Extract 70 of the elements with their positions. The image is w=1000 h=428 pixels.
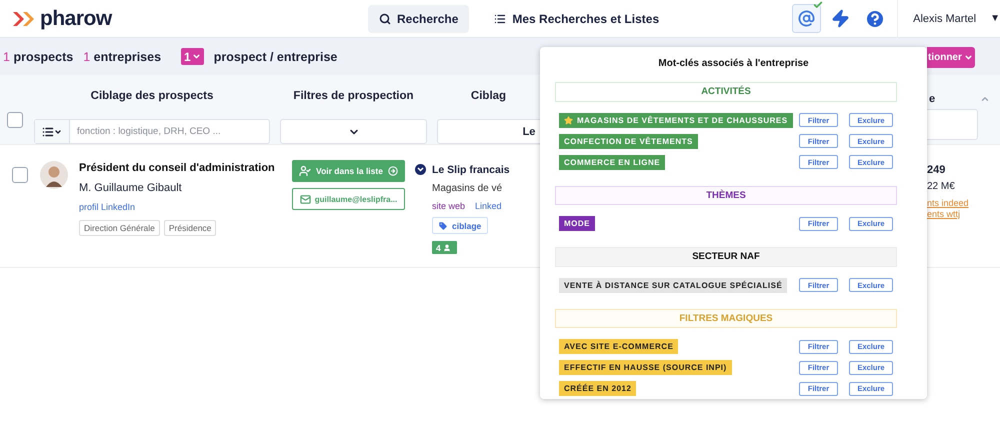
per-company-label: prospect / entreprise (214, 50, 338, 64)
per-company-select[interactable]: 1 (181, 48, 204, 65)
popup-title: Mot-clés associés à l'entreprise (658, 58, 809, 69)
email-button[interactable] (792, 4, 822, 33)
at-icon (798, 10, 816, 27)
employee-count: 249 (927, 164, 946, 176)
lightning-icon (831, 9, 850, 28)
website-link[interactable]: site web (432, 201, 466, 211)
revenue: 22 M€ (927, 181, 956, 192)
user-menu-caret[interactable]: ▼ (990, 13, 1000, 24)
linkedin-link[interactable]: Linked (475, 201, 502, 211)
company-logo-icon (415, 164, 426, 175)
job-link[interactable]: nts indeed (927, 198, 1000, 208)
job-link[interactable]: ents wttj (927, 209, 1000, 219)
keyword-tag: CRÉÉE EN 2012 (559, 381, 636, 396)
column-title: Ciblage des prospects (90, 90, 214, 104)
company-filter-field[interactable]: Le (437, 119, 540, 144)
section-header: ACTIVITÉS (555, 82, 897, 102)
prospection-filter-select[interactable] (280, 119, 427, 144)
person-name: M. Guillaume Gibault (79, 182, 183, 194)
linkedin-link[interactable]: profil LinkedIn (79, 202, 292, 212)
section-header: FILTRES MAGIQUES (555, 308, 897, 328)
action-button[interactable]: tionner (927, 47, 975, 68)
nav-tab[interactable]: Mes Recherches et Listes (483, 4, 670, 32)
avatar (40, 161, 68, 189)
role-tag: Direction Générale (79, 220, 160, 236)
logo-text[interactable]: pharow (40, 6, 112, 30)
tag-icon (438, 220, 448, 230)
keyword-tag: VENTE À DISTANCE SUR CATALOGUE SPÉCIALISÉ (559, 278, 788, 292)
keyword-tag: MAGASINS DE VÊTEMENTS ET DE CHAUSSURES (559, 112, 793, 128)
company-activity: Magasins de vé (432, 183, 504, 194)
sort-icon[interactable] (980, 94, 990, 104)
prospect-filter-field[interactable]: fonction : logistique, DRH, CEO ... (34, 119, 270, 144)
list-icon (494, 12, 506, 24)
keyword-tag: COMMERCE EN LIGNE (559, 154, 666, 170)
company-name[interactable]: Le Slip francais (432, 164, 510, 176)
keyword-tag: EFFECTIF EN HAUSSE (SOURCE INPI) (559, 360, 732, 375)
role-tag: Présidence (164, 220, 216, 236)
column-title: Ciblag (470, 90, 506, 104)
user-name[interactable]: Alexis Martel (913, 12, 976, 24)
section-header: THÈMES (555, 186, 897, 205)
search-icon (379, 12, 391, 24)
section-header: SECTEUR NAF (555, 247, 897, 266)
caret-icon (964, 53, 973, 62)
list-type-button[interactable] (35, 120, 70, 143)
column-title: Filtres de prospection (293, 90, 414, 104)
keyword-tag: CONFECTION DE VÊTEMENTS (559, 134, 698, 148)
caret-icon (54, 128, 62, 136)
mail-icon (300, 194, 311, 204)
column-title: e (929, 93, 936, 105)
list-icon (42, 126, 54, 138)
logo-icon (12, 10, 36, 26)
keyword-tag: MODE (559, 216, 595, 231)
email-button[interactable]: guillaume@leslipfra... (292, 188, 405, 210)
contacts-badge: 4 (432, 241, 457, 254)
targeting-tag[interactable]: ciblage (432, 217, 488, 234)
nav-tab[interactable]: Recherche (368, 4, 470, 32)
job-title: Président du conseil d'administration (79, 162, 276, 174)
select-all-checkbox[interactable] (7, 112, 23, 128)
caret-icon (192, 52, 201, 61)
arrow-right-icon (388, 166, 398, 176)
check-icon (813, 0, 824, 10)
keyword-tag: AVEC SITE E-COMMERCE (559, 339, 678, 354)
row-checkbox[interactable] (12, 167, 28, 183)
view-in-list-button[interactable]: Voir dans la liste (292, 160, 405, 182)
result-count: 1 entreprises (83, 50, 162, 64)
user-icon (442, 244, 451, 252)
prospect-filter-field[interactable]: fonction : logistique, DRH, CEO ... (70, 125, 269, 138)
result-count: 1 prospects (3, 50, 74, 64)
user-check-icon (299, 165, 312, 177)
